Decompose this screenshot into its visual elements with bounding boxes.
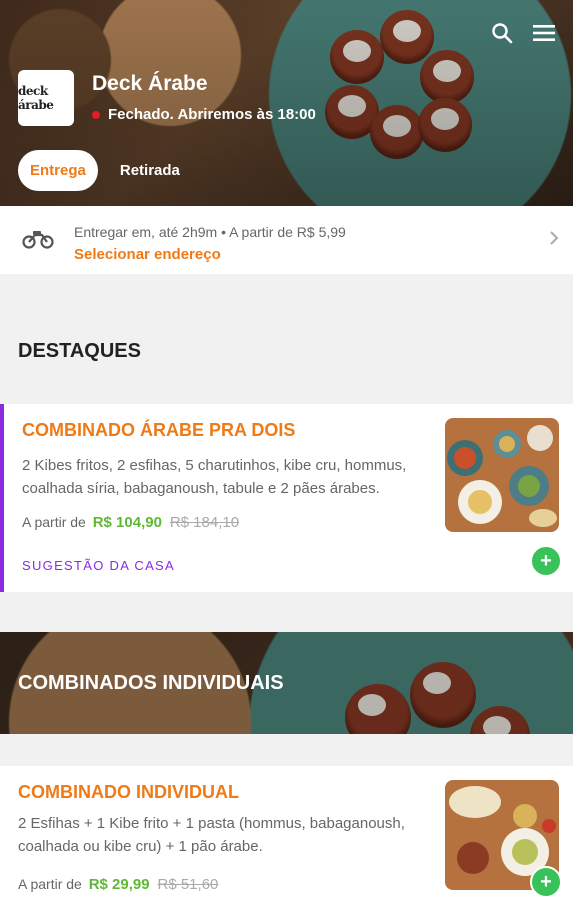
store-name: Deck Árabe xyxy=(92,72,208,95)
product-image xyxy=(445,418,559,532)
add-button[interactable]: + xyxy=(530,545,562,577)
menu-icon[interactable] xyxy=(531,20,557,46)
search-icon[interactable] xyxy=(489,20,515,46)
price-prefix: A partir de xyxy=(18,876,82,892)
tab-entrega[interactable]: Entrega xyxy=(18,150,98,191)
price-old: R$ 51,60 xyxy=(157,876,219,893)
price-row: A partir de R$ 104,90 R$ 184,10 xyxy=(22,514,239,531)
product-description: 2 Kibes fritos, 2 esfihas, 5 charutinhos… xyxy=(22,457,407,497)
section-title-destaques: DESTAQUES xyxy=(18,340,141,362)
chevron-right-icon xyxy=(549,230,559,251)
product-card[interactable]: COMBINADO ÁRABE PRA DOIS 2 Kibes fritos,… xyxy=(0,404,573,592)
logo-text: deck árabe xyxy=(18,84,54,112)
price-old: R$ 184,10 xyxy=(169,514,240,531)
product-title: COMBINADO ÁRABE PRA DOIS xyxy=(22,420,296,440)
status-text: Fechado. Abriremos às 18:00 xyxy=(108,106,316,123)
motorcycle-icon xyxy=(22,228,54,255)
store-logo: deck árabe xyxy=(18,70,74,126)
price-row: A partir de R$ 29,99 R$ 51,60 xyxy=(18,876,218,893)
house-suggestion-tag: SUGESTÃO DA CASA xyxy=(22,558,176,573)
order-type-tabs: Entrega Retirada xyxy=(18,150,180,191)
product-title: COMBINADO INDIVIDUAL xyxy=(18,782,239,802)
product-card[interactable]: COMBINADO INDIVIDUAL 2 Esfihas + 1 Kibe … xyxy=(0,766,573,900)
delivery-address-bar[interactable]: Entregar em, até 2h9m • A partir de R$ 5… xyxy=(0,206,573,274)
product-description: 2 Esfihas + 1 Kibe frito + 1 pasta (homm… xyxy=(18,815,405,855)
section-title-combinados-individuais: COMBINADOS INDIVIDUAIS xyxy=(18,672,284,694)
store-status: Fechado. Abriremos às 18:00 xyxy=(92,106,316,123)
category-banner: COMBINADOS INDIVIDUAIS xyxy=(0,632,573,734)
tab-retirada[interactable]: Retirada xyxy=(120,162,180,179)
add-button[interactable]: + xyxy=(530,866,562,898)
price-current: R$ 104,90 xyxy=(92,514,162,531)
price-prefix: A partir de xyxy=(22,514,86,530)
delivery-info: Entregar em, até 2h9m • A partir de R$ 5… xyxy=(74,224,346,240)
select-address-link[interactable]: Selecionar endereço xyxy=(74,246,221,263)
price-current: R$ 29,99 xyxy=(88,876,150,893)
store-header: deck árabe Deck Árabe Fechado. Abriremos… xyxy=(0,0,573,206)
status-dot-icon xyxy=(92,110,100,119)
